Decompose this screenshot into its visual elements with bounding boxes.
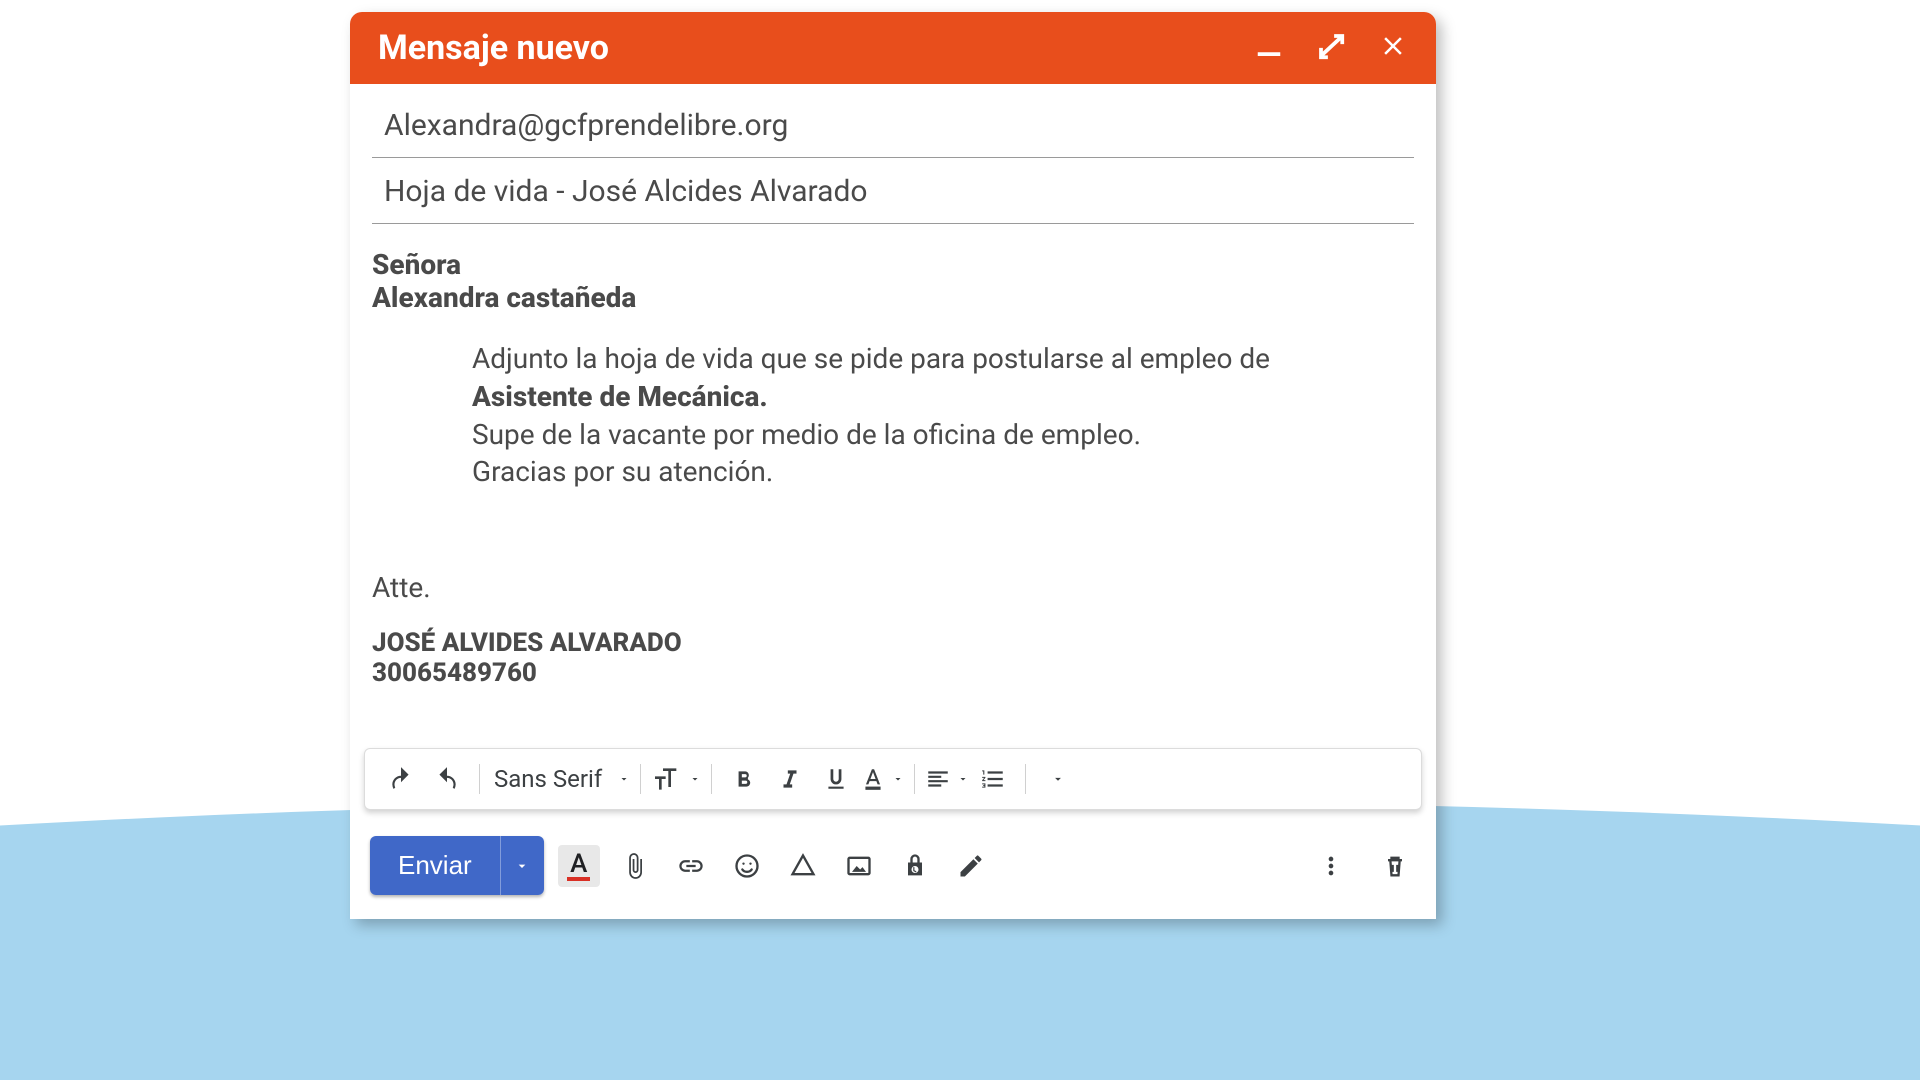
bottom-action-bar: Enviar A bbox=[350, 810, 1436, 919]
toolbar-separator bbox=[479, 764, 480, 794]
text-format-glyph: A bbox=[567, 851, 590, 881]
signature-name: JOSÉ ALVIDES ALVARADO bbox=[372, 628, 1414, 658]
close-icon[interactable] bbox=[1378, 31, 1408, 65]
more-options-button[interactable] bbox=[1310, 845, 1352, 887]
message-body[interactable]: Señora Alexandra castañeda Adjunto la ho… bbox=[350, 224, 1436, 688]
toolbar-separator bbox=[640, 764, 641, 794]
send-button[interactable]: Enviar bbox=[370, 836, 500, 895]
send-button-group: Enviar bbox=[370, 836, 544, 895]
italic-button[interactable] bbox=[768, 759, 812, 799]
body-text-1: Adjunto la hoja de vida que se pide para… bbox=[472, 342, 1270, 375]
redo-button[interactable] bbox=[425, 759, 469, 799]
confidential-mode-button[interactable] bbox=[894, 845, 936, 887]
discard-draft-button[interactable] bbox=[1374, 845, 1416, 887]
font-family-label: Sans Serif bbox=[490, 765, 612, 793]
insert-signature-button[interactable] bbox=[950, 845, 992, 887]
compose-header: Mensaje nuevo bbox=[350, 12, 1436, 84]
font-size-button[interactable] bbox=[651, 759, 701, 799]
insert-drive-button[interactable] bbox=[782, 845, 824, 887]
send-options-button[interactable] bbox=[500, 836, 544, 895]
greeting-name: Alexandra castañeda bbox=[372, 281, 1414, 314]
underline-button[interactable] bbox=[814, 759, 858, 799]
insert-link-button[interactable] bbox=[670, 845, 712, 887]
compose-window: Mensaje nuevo Alexandra@gcfprendelibre.o… bbox=[350, 12, 1436, 919]
text-color-button[interactable] bbox=[860, 759, 904, 799]
expand-icon[interactable] bbox=[1316, 31, 1346, 65]
minimize-icon[interactable] bbox=[1254, 31, 1284, 65]
subject-field[interactable]: Hoja de vida - José Alcides Alvarado bbox=[372, 158, 1414, 224]
font-family-select[interactable]: Sans Serif bbox=[490, 759, 630, 799]
bold-button[interactable] bbox=[722, 759, 766, 799]
insert-emoji-button[interactable] bbox=[726, 845, 768, 887]
closing-text: Atte. bbox=[372, 571, 1414, 604]
undo-button[interactable] bbox=[379, 759, 423, 799]
body-paragraph: Adjunto la hoja de vida que se pide para… bbox=[472, 340, 1292, 491]
insert-photo-button[interactable] bbox=[838, 845, 880, 887]
body-text-2: Supe de la vacante por medio de la ofici… bbox=[472, 418, 1141, 451]
bottom-left-group: Enviar A bbox=[370, 836, 992, 895]
formatting-toolbar: Sans Serif bbox=[364, 748, 1422, 810]
greeting-title: Señora bbox=[372, 248, 1414, 281]
to-field[interactable]: Alexandra@gcfprendelibre.org bbox=[372, 92, 1414, 158]
body-text-3: Gracias por su atención. bbox=[472, 455, 773, 488]
more-formatting-button[interactable] bbox=[1036, 759, 1080, 799]
bottom-right-group bbox=[1310, 845, 1416, 887]
signature-phone: 30065489760 bbox=[372, 658, 1414, 688]
formatting-toggle-button[interactable]: A bbox=[558, 845, 600, 887]
toolbar-separator bbox=[1025, 764, 1026, 794]
attach-file-button[interactable] bbox=[614, 845, 656, 887]
compose-title: Mensaje nuevo bbox=[378, 28, 609, 68]
body-text-bold: Asistente de Mecánica. bbox=[472, 380, 768, 413]
header-fields: Alexandra@gcfprendelibre.org Hoja de vid… bbox=[350, 84, 1436, 224]
numbered-list-button[interactable] bbox=[971, 759, 1015, 799]
window-controls bbox=[1254, 31, 1408, 65]
toolbar-separator bbox=[711, 764, 712, 794]
toolbar-separator bbox=[914, 764, 915, 794]
align-button[interactable] bbox=[925, 759, 969, 799]
